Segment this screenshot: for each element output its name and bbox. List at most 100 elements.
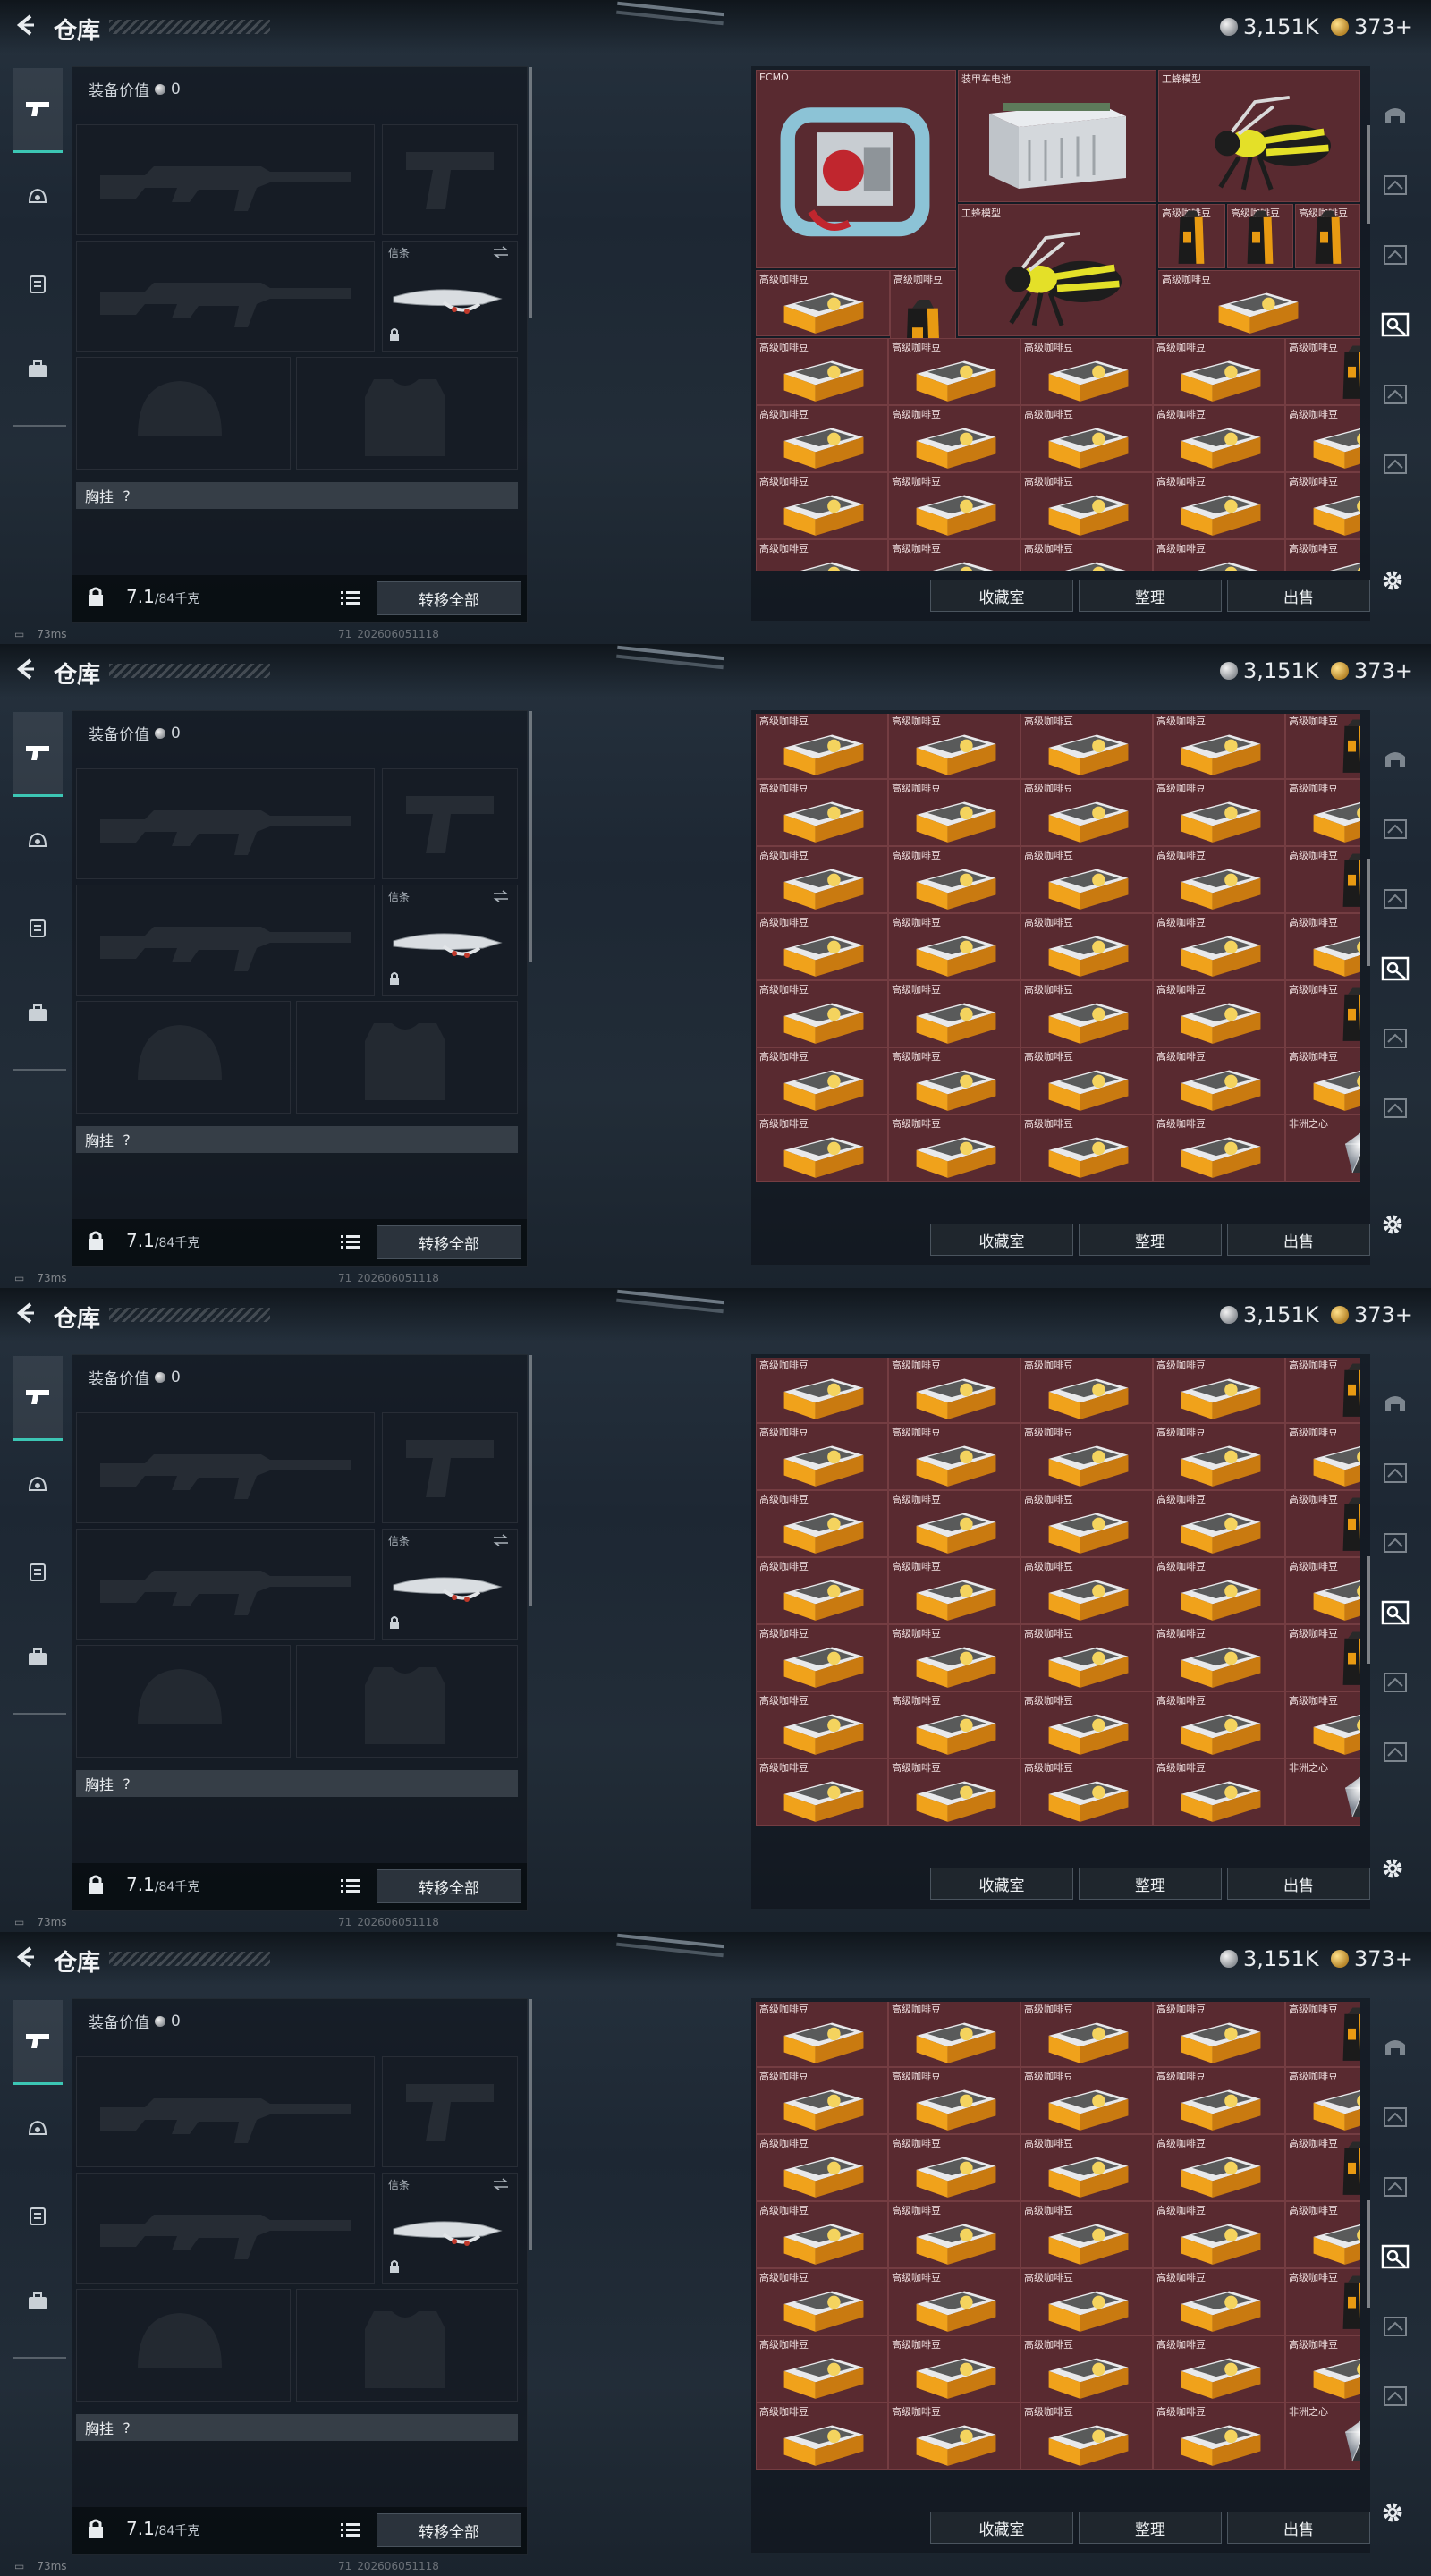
back-button[interactable] [13,1945,38,1970]
stash-item-coffee[interactable]: 高级咖啡豆 [888,2335,1020,2402]
weapon-slot-icon[interactable] [1377,1073,1413,1143]
stash-item-coffee[interactable]: 高级咖啡豆 [888,338,1020,405]
stash-item-coffee[interactable]: 高级咖啡豆 [1153,1358,1285,1423]
equipment-scrollbar[interactable] [529,67,532,318]
stash-item-coffee[interactable]: 高级咖啡豆 [1285,1423,1360,1490]
stash-item-coffee[interactable]: 高级咖啡豆 [1153,1758,1285,1826]
weapon-slot-icon[interactable] [1377,360,1413,429]
settings-gear-icon[interactable] [1379,1855,1406,1885]
stash-item-coffee[interactable]: 高级咖啡豆 [1153,338,1285,405]
stash-item-coffee[interactable]: 高级咖啡豆 [888,2402,1020,2470]
stash-item-coffee[interactable]: 高级咖啡豆 [756,1557,888,1624]
stash-item-coffee[interactable]: 高级咖啡豆 [888,714,1020,779]
transfer-all-button[interactable]: 转移全部 [377,2513,521,2547]
stash-item-coffee[interactable]: 高级咖啡豆 [1020,714,1153,779]
weapon-slot-icon[interactable] [1377,1438,1413,1508]
vehicle-icon[interactable] [1377,2012,1413,2082]
collection-room-button[interactable]: 收藏室 [930,580,1073,612]
stash-item-coffee[interactable]: 高级咖啡豆 [1153,1490,1285,1557]
stash-item-coffee[interactable]: 高级咖啡豆 [1285,539,1360,571]
stash-item-coffee[interactable]: 高级咖啡豆 [756,2201,888,2268]
stash-item-coffee[interactable]: 高级咖啡豆 [1153,2268,1285,2335]
stash-item-coffee[interactable]: 高级咖啡豆 [1020,846,1153,913]
stash-item-coffee[interactable]: 高级咖啡豆 [1285,1358,1360,1423]
stash-item-coffee[interactable]: 高级咖啡豆 [1285,779,1360,846]
tab-backpack[interactable] [13,242,63,325]
stash-item-coffee[interactable]: 高级咖啡豆 [888,1557,1020,1624]
stash-item-coffee[interactable]: 高级咖啡豆 [888,913,1020,980]
back-button[interactable] [13,1301,38,1326]
stash-item-coffee[interactable]: 高级咖啡豆 [1020,1624,1153,1691]
sort-button[interactable]: 整理 [1079,1868,1222,1900]
stash-item-coffee[interactable]: 高级咖啡豆 [756,472,888,539]
stash-scrollbar[interactable] [1367,125,1370,224]
stash-item-coffee[interactable]: 高级咖啡豆 [1153,1557,1285,1624]
melee-slot[interactable]: 信条 [382,885,518,996]
stash-item-coffee[interactable]: 高级咖啡豆 [888,2002,1020,2067]
sort-button[interactable]: 整理 [1079,580,1222,612]
weapon-slot-icon[interactable] [1377,864,1413,934]
stash-item-coffee[interactable]: 高级咖啡豆 [1020,338,1153,405]
tab-weapons[interactable] [13,712,63,797]
silver-balance[interactable]: 3,151K [1220,14,1318,39]
stash-item-coffee[interactable]: 高级咖啡豆 [1020,2201,1153,2268]
sell-button[interactable]: 出售 [1227,2512,1370,2544]
stash-item-coffee[interactable]: 高级咖啡豆 [888,2201,1020,2268]
stash-item-coffee[interactable]: 高级咖啡豆 [1227,204,1293,268]
stash-item-coffee[interactable]: 高级咖啡豆 [756,846,888,913]
tab-weapons[interactable] [13,68,63,153]
stash-item-coffee[interactable]: 高级咖啡豆 [756,2134,888,2201]
stash-item-coffee[interactable]: 高级咖啡豆 [1153,1047,1285,1114]
secondary-weapon-slot[interactable] [76,1529,375,1640]
stash-item-coffee[interactable]: 高级咖啡豆 [1020,980,1153,1047]
stash-item-coffee[interactable]: 高级咖啡豆 [888,846,1020,913]
stash-item-ecmo[interactable]: ECMO [756,70,956,268]
chest-rig-slot[interactable]: 胸挂 ? [76,1126,518,1153]
stash-item-coffee[interactable]: 高级咖啡豆 [1020,1691,1153,1758]
stash-item-coffee[interactable]: 高级咖啡豆 [1020,779,1153,846]
stash-item-coffee[interactable]: 高级咖啡豆 [1153,2402,1285,2470]
stash-item-coffee[interactable]: 高级咖啡豆 [1285,714,1360,779]
stash-item-coffee[interactable]: 高级咖啡豆 [1285,472,1360,539]
sort-button[interactable]: 整理 [1079,1224,1222,1256]
settings-gear-icon[interactable] [1379,2499,1406,2529]
stash-item-heart[interactable]: 非洲之心 [1285,1114,1360,1182]
list-icon[interactable] [341,1233,360,1253]
stash-item-coffee[interactable]: 高级咖啡豆 [756,1691,888,1758]
weapon-slot-icon[interactable] [1377,429,1413,499]
primary-weapon-slot[interactable] [76,1412,375,1523]
pistol-slot[interactable] [382,768,518,879]
stash-item-battery[interactable]: 装甲车电池 [958,70,1156,202]
stash-item-coffee[interactable]: 高级咖啡豆 [1020,1557,1153,1624]
stash-item-coffee[interactable]: 高级咖啡豆 [1285,1047,1360,1114]
weapon-slot-icon[interactable] [1377,1004,1413,1073]
swap-icon[interactable] [492,889,510,906]
helmet-slot[interactable] [76,357,291,470]
collection-room-button[interactable]: 收藏室 [930,2512,1073,2544]
armor-slot[interactable] [296,2289,518,2402]
sell-button[interactable]: 出售 [1227,1868,1370,1900]
equipment-scrollbar[interactable] [529,711,532,962]
weight-lock-icon[interactable] [87,1874,105,1899]
stash-item-coffee[interactable]: 高级咖啡豆 [888,1047,1020,1114]
stash-item-coffee[interactable]: 高级咖啡豆 [756,2067,888,2134]
stash-item-coffee[interactable]: 高级咖啡豆 [1020,1047,1153,1114]
list-icon[interactable] [341,1877,360,1897]
weapon-slot-icon[interactable] [1377,794,1413,864]
stash-item-coffee[interactable]: 高级咖啡豆 [1285,2201,1360,2268]
armor-slot[interactable] [296,357,518,470]
armor-slot[interactable] [296,1645,518,1758]
stash-item-coffee[interactable]: 高级咖啡豆 [888,2268,1020,2335]
stash-item-heart[interactable]: 非洲之心 [1285,1758,1360,1826]
stash-item-coffee[interactable]: 高级咖啡豆 [1020,2402,1153,2470]
stash-grid[interactable]: 高级咖啡豆 高级咖啡豆 高级咖啡豆 高级咖啡豆 高级咖啡豆 高级咖啡豆 高级咖啡… [756,714,1360,1215]
stash-item-coffee[interactable]: 高级咖啡豆 [756,1114,888,1182]
chest-rig-slot[interactable]: 胸挂 ? [76,2414,518,2441]
stash-item-coffee[interactable]: 高级咖啡豆 [756,2002,888,2067]
stash-item-coffee[interactable]: 高级咖啡豆 [1020,1114,1153,1182]
collection-room-button[interactable]: 收藏室 [930,1224,1073,1256]
weapon-slot-icon[interactable] [1377,150,1413,220]
vehicle-icon[interactable] [1377,1368,1413,1438]
stash-item-coffee[interactable]: 高级咖啡豆 [1153,1691,1285,1758]
stash-item-coffee[interactable]: 高级咖啡豆 [1285,2067,1360,2134]
